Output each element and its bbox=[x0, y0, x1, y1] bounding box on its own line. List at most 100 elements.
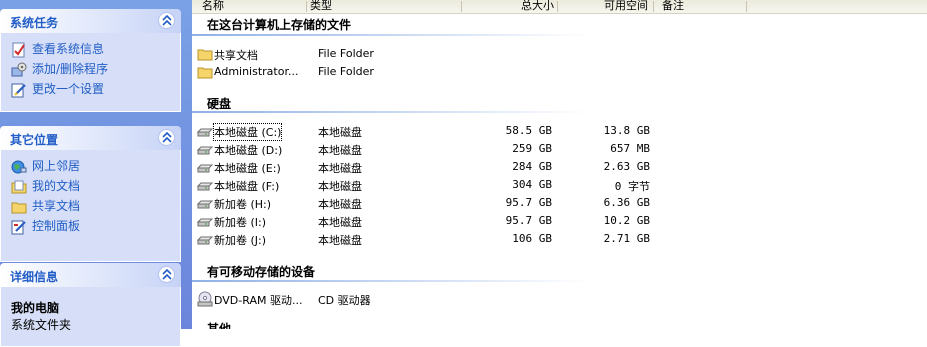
item-type: 本地磁盘 bbox=[318, 126, 362, 139]
task-change-setting[interactable]: 更改一个设置 bbox=[1, 79, 180, 99]
list-item[interactable]: 共享文档 File Folder bbox=[197, 45, 657, 63]
column-type[interactable]: 类型 bbox=[310, 0, 332, 13]
item-free-space: 657 MB bbox=[610, 142, 650, 155]
item-type: 本地磁盘 bbox=[318, 198, 362, 211]
item-free-space: 2.63 GB bbox=[603, 160, 650, 173]
item-free-space: 10.2 GB bbox=[603, 214, 650, 227]
list-item[interactable]: DVD-RAM 驱动... CD 驱动器 bbox=[197, 290, 657, 308]
place-label: 我的文档 bbox=[32, 179, 81, 193]
column-header-bar: 名称 类型 总大小 可用空间 备注 bbox=[192, 0, 927, 14]
place-label: 控制面板 bbox=[32, 219, 81, 233]
group-title-other: 其他 bbox=[207, 322, 232, 329]
task-label: 查看系统信息 bbox=[32, 42, 105, 56]
system-tasks-title: 系统任务 bbox=[10, 16, 59, 30]
task-view-system-info[interactable]: 查看系统信息 bbox=[1, 39, 180, 59]
network-places-icon bbox=[11, 159, 27, 175]
item-total-size: 259 GB bbox=[512, 142, 552, 155]
column-comments[interactable]: 备注 bbox=[662, 0, 684, 13]
list-item[interactable]: 新加卷 (J:) 本地磁盘 106 GB 2.71 GB bbox=[196, 230, 657, 248]
item-total-size: 58.5 GB bbox=[505, 124, 552, 137]
item-type: 本地磁盘 bbox=[318, 180, 362, 193]
folder-icon bbox=[197, 64, 213, 80]
folder-icon bbox=[197, 46, 213, 62]
details-header[interactable]: 详细信息 bbox=[0, 263, 181, 287]
details-item-type: 系统文件夹 bbox=[11, 318, 72, 332]
item-name: 本地磁盘 (F:) bbox=[214, 180, 280, 193]
group-divider bbox=[192, 111, 592, 113]
collapse-chevron-icon[interactable] bbox=[158, 266, 175, 283]
list-item[interactable]: Administrator... File Folder bbox=[197, 63, 657, 81]
other-places-panel: 其它位置 网上邻居 我的文档 共享文档 控制面板 bbox=[0, 126, 181, 262]
hard-disk-icon bbox=[196, 195, 214, 211]
my-documents-icon bbox=[11, 179, 27, 195]
hard-disk-icon bbox=[196, 141, 214, 157]
item-name: 新加卷 (H:) bbox=[214, 198, 272, 211]
item-free-space: 0 字节 bbox=[614, 180, 650, 193]
item-total-size: 284 GB bbox=[512, 160, 552, 173]
group-divider bbox=[192, 34, 592, 36]
group-title-stored-files: 在这台计算机上存储的文件 bbox=[207, 18, 352, 32]
item-total-size: 95.7 GB bbox=[505, 214, 552, 227]
other-places-title: 其它位置 bbox=[10, 133, 59, 147]
item-name: 本地磁盘 (C:) bbox=[212, 123, 283, 141]
change-setting-icon bbox=[11, 82, 27, 98]
group-title-hard-disks: 硬盘 bbox=[207, 97, 232, 111]
item-name: 新加卷 (J:) bbox=[214, 234, 267, 247]
list-item[interactable]: 本地磁盘 (F:) 本地磁盘 304 GB 0 字节 bbox=[196, 176, 657, 194]
dvd-drive-icon bbox=[197, 291, 213, 307]
item-type: File Folder bbox=[318, 47, 374, 60]
list-item[interactable]: 本地磁盘 (D:) 本地磁盘 259 GB 657 MB bbox=[196, 140, 657, 158]
task-add-remove-programs[interactable]: 添加/删除程序 bbox=[1, 59, 180, 79]
group-divider bbox=[192, 280, 592, 282]
item-type: 本地磁盘 bbox=[318, 144, 362, 157]
item-type: 本地磁盘 bbox=[318, 216, 362, 229]
item-name: 本地磁盘 (E:) bbox=[214, 162, 281, 175]
hard-disk-icon bbox=[196, 123, 214, 139]
hard-disk-icon bbox=[196, 159, 214, 175]
control-panel-icon bbox=[11, 219, 27, 235]
item-name: Administrator... bbox=[214, 65, 299, 78]
details-panel: 详细信息 我的电脑 系统文件夹 bbox=[0, 263, 181, 347]
group-title-removable: 有可移动存储的设备 bbox=[207, 265, 316, 279]
column-free-space[interactable]: 可用空间 bbox=[558, 0, 648, 13]
column-divider[interactable] bbox=[653, 1, 654, 12]
task-label: 更改一个设置 bbox=[32, 82, 105, 96]
column-divider[interactable] bbox=[306, 1, 307, 12]
item-name: 共享文档 bbox=[214, 49, 258, 62]
item-total-size: 304 GB bbox=[512, 178, 552, 191]
other-places-header[interactable]: 其它位置 bbox=[0, 126, 181, 150]
column-total-size[interactable]: 总大小 bbox=[462, 0, 554, 13]
place-network[interactable]: 网上邻居 bbox=[1, 156, 180, 176]
list-item[interactable]: 本地磁盘 (C:) 本地磁盘 58.5 GB 13.8 GB bbox=[196, 122, 657, 141]
system-tasks-panel: 系统任务 查看系统信息 添加/删除程序 更改一个设置 bbox=[0, 9, 181, 112]
column-name[interactable]: 名称 bbox=[202, 0, 224, 13]
item-free-space: 2.71 GB bbox=[603, 232, 650, 245]
details-title: 详细信息 bbox=[10, 270, 59, 284]
list-item[interactable]: 新加卷 (I:) 本地磁盘 95.7 GB 10.2 GB bbox=[196, 212, 657, 230]
place-label: 网上邻居 bbox=[32, 159, 81, 173]
item-free-space: 6.36 GB bbox=[603, 196, 650, 209]
task-label: 添加/删除程序 bbox=[32, 62, 109, 76]
item-total-size: 106 GB bbox=[512, 232, 552, 245]
add-remove-programs-icon bbox=[11, 62, 27, 78]
system-tasks-header[interactable]: 系统任务 bbox=[0, 9, 181, 33]
item-total-size: 95.7 GB bbox=[505, 196, 552, 209]
column-divider[interactable] bbox=[746, 1, 747, 12]
task-pane: 系统任务 查看系统信息 添加/删除程序 更改一个设置 其它位置 网上邻居 我的文… bbox=[0, 0, 192, 347]
collapse-chevron-icon[interactable] bbox=[158, 12, 175, 29]
item-type: CD 驱动器 bbox=[318, 294, 371, 307]
shared-documents-icon bbox=[11, 199, 27, 215]
list-item[interactable]: 新加卷 (H:) 本地磁盘 95.7 GB 6.36 GB bbox=[196, 194, 657, 212]
item-name: 本地磁盘 (D:) bbox=[214, 144, 283, 157]
hard-disk-icon bbox=[196, 231, 214, 247]
place-control-panel[interactable]: 控制面板 bbox=[1, 216, 180, 236]
hard-disk-icon bbox=[196, 213, 214, 229]
place-label: 共享文档 bbox=[32, 199, 81, 213]
system-info-icon bbox=[11, 42, 27, 58]
file-list: 名称 类型 总大小 可用空间 备注 在这台计算机上存储的文件 共享文档 File… bbox=[192, 0, 927, 329]
item-type: 本地磁盘 bbox=[318, 162, 362, 175]
place-shared-documents[interactable]: 共享文档 bbox=[1, 196, 180, 216]
place-my-documents[interactable]: 我的文档 bbox=[1, 176, 180, 196]
list-item[interactable]: 本地磁盘 (E:) 本地磁盘 284 GB 2.63 GB bbox=[196, 158, 657, 176]
collapse-chevron-icon[interactable] bbox=[158, 129, 175, 146]
